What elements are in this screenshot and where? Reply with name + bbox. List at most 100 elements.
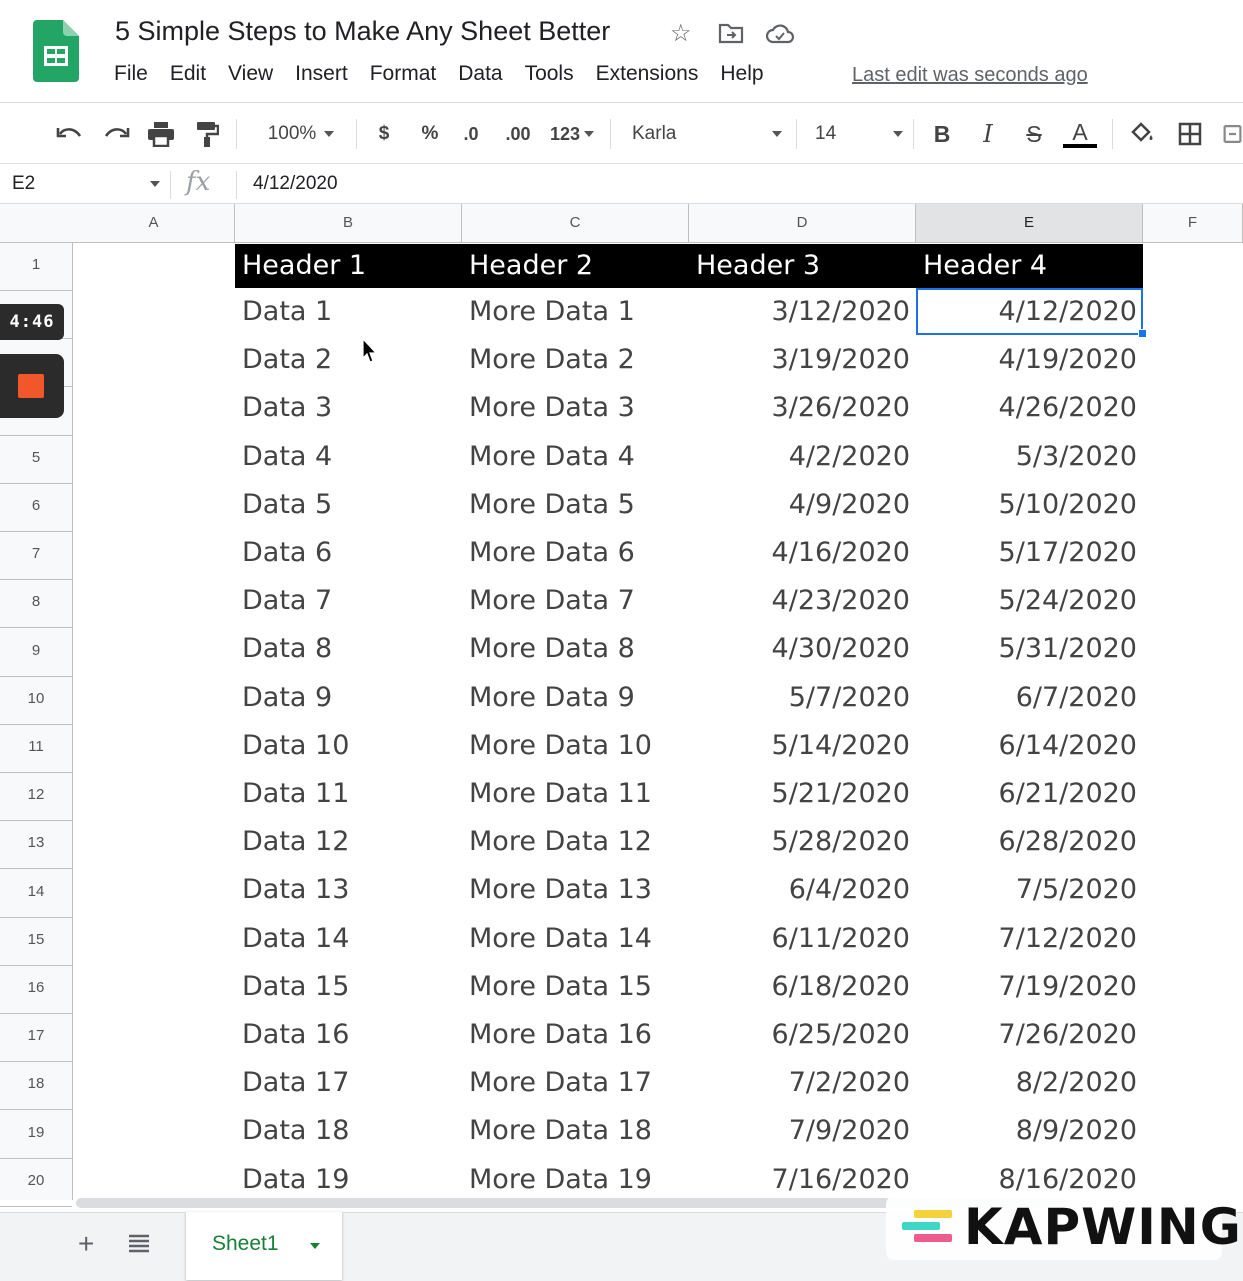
star-icon[interactable]: ☆: [670, 19, 692, 48]
table-cell[interactable]: 7/16/2020: [689, 1157, 916, 1200]
table-cell[interactable]: 7/5/2020: [916, 867, 1143, 915]
row-header[interactable]: 16: [0, 966, 72, 1014]
table-cell[interactable]: 3/12/2020: [689, 289, 916, 337]
table-cell[interactable]: Data 10: [235, 723, 462, 771]
table-cell[interactable]: 5/14/2020: [689, 723, 916, 771]
table-cell[interactable]: 7/9/2020: [689, 1108, 916, 1156]
redo-icon[interactable]: [100, 117, 132, 151]
column-header-b[interactable]: B: [235, 204, 462, 242]
merge-cells-icon[interactable]: [1222, 117, 1243, 151]
table-cell[interactable]: Data 14: [235, 916, 462, 964]
strikethrough-button[interactable]: S: [1020, 117, 1048, 151]
table-cell[interactable]: More Data 8: [462, 626, 689, 674]
menu-tools[interactable]: Tools: [514, 62, 585, 86]
row-header[interactable]: 17: [0, 1014, 72, 1062]
undo-icon[interactable]: [54, 117, 86, 151]
table-cell[interactable]: More Data 18: [462, 1108, 689, 1156]
row-header[interactable]: 9: [0, 629, 72, 677]
table-cell[interactable]: Data 16: [235, 1012, 462, 1060]
table-cell[interactable]: More Data 19: [462, 1157, 689, 1200]
row-header[interactable]: 6: [0, 484, 72, 532]
table-cell[interactable]: Data 15: [235, 964, 462, 1012]
table-cell[interactable]: More Data 10: [462, 723, 689, 771]
table-cell[interactable]: More Data 2: [462, 337, 689, 385]
all-sheets-icon[interactable]: [128, 1233, 150, 1258]
table-cell[interactable]: 5/10/2020: [916, 482, 1143, 530]
row-header[interactable]: 5: [0, 436, 72, 484]
menu-file[interactable]: File: [114, 62, 159, 86]
row-header[interactable]: 1: [0, 243, 72, 291]
sheet-tab-label[interactable]: Sheet1: [212, 1232, 279, 1256]
column-header-a[interactable]: A: [73, 204, 235, 242]
table-cell[interactable]: 6/21/2020: [916, 771, 1143, 819]
table-header-cell[interactable]: Header 1: [235, 244, 462, 288]
column-header-e[interactable]: E: [916, 204, 1143, 242]
table-cell[interactable]: 5/7/2020: [689, 675, 916, 723]
table-cell[interactable]: 8/2/2020: [916, 1060, 1143, 1108]
row-header[interactable]: 12: [0, 773, 72, 821]
table-cell[interactable]: More Data 13: [462, 867, 689, 915]
last-edit-link[interactable]: Last edit was seconds ago: [852, 64, 1088, 87]
table-cell[interactable]: Data 11: [235, 771, 462, 819]
table-cell[interactable]: 4/23/2020: [689, 578, 916, 626]
print-icon[interactable]: [145, 117, 177, 151]
percent-format-button[interactable]: %: [416, 117, 444, 151]
table-cell[interactable]: Data 2: [235, 337, 462, 385]
decrease-decimal-button[interactable]: .0: [456, 117, 486, 151]
table-cell[interactable]: More Data 1: [462, 289, 689, 337]
move-to-folder-icon[interactable]: [718, 22, 744, 51]
table-cell[interactable]: 4/30/2020: [689, 626, 916, 674]
table-header-cell[interactable]: Header 2: [462, 244, 689, 288]
paint-format-icon[interactable]: [191, 117, 223, 151]
table-cell[interactable]: More Data 7: [462, 578, 689, 626]
table-cell[interactable]: 8/16/2020: [916, 1157, 1143, 1200]
table-cell[interactable]: More Data 16: [462, 1012, 689, 1060]
table-cell[interactable]: Data 5: [235, 482, 462, 530]
table-cell[interactable]: 6/28/2020: [916, 819, 1143, 867]
cloud-status-icon[interactable]: [765, 23, 795, 51]
italic-button[interactable]: I: [974, 117, 1002, 151]
fill-handle[interactable]: [1138, 329, 1147, 338]
table-cell[interactable]: More Data 4: [462, 434, 689, 482]
table-cell[interactable]: 5/21/2020: [689, 771, 916, 819]
table-cell[interactable]: 7/19/2020: [916, 964, 1143, 1012]
row-header[interactable]: 20: [0, 1159, 72, 1207]
table-cell[interactable]: 7/12/2020: [916, 916, 1143, 964]
table-cell[interactable]: More Data 9: [462, 675, 689, 723]
fill-color-icon[interactable]: [1126, 117, 1158, 151]
table-cell[interactable]: Data 17: [235, 1060, 462, 1108]
row-header[interactable]: 10: [0, 677, 72, 725]
table-cell[interactable]: 5/17/2020: [916, 530, 1143, 578]
table-cell[interactable]: More Data 17: [462, 1060, 689, 1108]
table-cell[interactable]: 6/14/2020: [916, 723, 1143, 771]
active-cell-selection[interactable]: [916, 288, 1143, 335]
table-cell[interactable]: 5/24/2020: [916, 578, 1143, 626]
table-cell[interactable]: Data 12: [235, 819, 462, 867]
borders-icon[interactable]: [1174, 117, 1206, 151]
menu-data[interactable]: Data: [447, 62, 513, 86]
table-cell[interactable]: More Data 5: [462, 482, 689, 530]
table-cell[interactable]: More Data 3: [462, 385, 689, 433]
table-cell[interactable]: 4/16/2020: [689, 530, 916, 578]
table-cell[interactable]: 4/19/2020: [916, 337, 1143, 385]
cell-grid[interactable]: Header 1 Header 2 Header 3 Header 4 Data 1 Mo…: [73, 243, 1243, 1200]
table-header-cell[interactable]: Header 4: [916, 244, 1143, 288]
table-cell[interactable]: 5/3/2020: [916, 434, 1143, 482]
table-cell[interactable]: Data 8: [235, 626, 462, 674]
table-cell[interactable]: Data 3: [235, 385, 462, 433]
table-cell[interactable]: Data 6: [235, 530, 462, 578]
name-box[interactable]: E2: [12, 173, 35, 195]
font-family-select[interactable]: Karla: [632, 117, 782, 151]
menu-help[interactable]: Help: [709, 62, 774, 86]
table-cell[interactable]: 6/25/2020: [689, 1012, 916, 1060]
row-header[interactable]: 11: [0, 725, 72, 773]
table-cell[interactable]: 3/26/2020: [689, 385, 916, 433]
table-cell[interactable]: Data 7: [235, 578, 462, 626]
table-cell[interactable]: Data 18: [235, 1108, 462, 1156]
table-cell[interactable]: Data 19: [235, 1157, 462, 1200]
more-formats-button[interactable]: 123: [544, 117, 600, 151]
row-header[interactable]: 18: [0, 1062, 72, 1110]
table-cell[interactable]: Data 1: [235, 289, 462, 337]
menu-extensions[interactable]: Extensions: [585, 62, 710, 86]
row-header[interactable]: 7: [0, 532, 72, 580]
